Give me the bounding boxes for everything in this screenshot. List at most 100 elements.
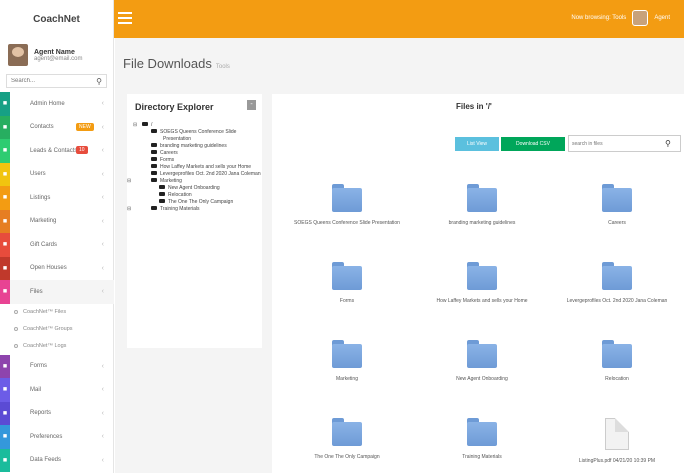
badge: NEW [76, 122, 94, 131]
files-search: ⚲ [568, 135, 681, 152]
tree-item[interactable]: SOEGS Queens Conference Slide Presentati… [133, 129, 261, 143]
sidebar-item-label: Contacts [30, 124, 54, 131]
tree-item[interactable]: How Laffey Markets and sells your Home [133, 164, 261, 171]
menu-icon: ■ [0, 448, 10, 472]
tree-item[interactable]: ⊟ Marketing [127, 178, 261, 185]
folder-icon [159, 192, 165, 196]
files-title: Files in '/' [456, 102, 492, 111]
tile-label: Relocation [605, 376, 629, 382]
top-avatar[interactable] [632, 10, 649, 26]
hamburger-menu-icon[interactable] [118, 12, 132, 24]
folder-tile[interactable]: Careers [552, 184, 682, 227]
sidebar-item-label: Leads & Contacts [30, 147, 78, 154]
sidebar-item-label: Open Houses [30, 265, 67, 272]
sidebar-item-gift-cards[interactable]: ■ Gift Cards ‹ [0, 233, 114, 257]
collapse-icon[interactable]: ⊟ [133, 122, 137, 129]
folder-icon [159, 185, 165, 189]
submenu-item[interactable]: CoachNet™ Groups [0, 321, 114, 338]
sidebar-item-mail[interactable]: ■ Mail ‹ [0, 378, 114, 402]
sidebar-item-marketing[interactable]: ■ Marketing ‹ [0, 209, 114, 233]
sidebar-search-input[interactable] [11, 78, 91, 84]
menu-icon: ■ [0, 186, 10, 210]
folder-icon [332, 418, 362, 446]
tree-item[interactable]: Relocation [133, 192, 261, 199]
submenu-item[interactable]: CoachNet™ Files [0, 304, 114, 321]
folder-icon [332, 184, 362, 212]
sidebar-item-files[interactable]: ■ Files ‹ [0, 280, 114, 304]
sidebar-item-leads-contacts[interactable]: ■ Leads & Contacts ‹ 10 [0, 139, 114, 163]
menu-icon: ■ [0, 162, 10, 186]
sidebar-item-admin-home[interactable]: ■ Admin Home ‹ [0, 92, 114, 116]
folder-tile[interactable]: Marketing [282, 340, 412, 383]
tile-label: ListingPlus.pdf 04/21/20 10:39 PM [578, 458, 656, 464]
tile-label: Training Materials [462, 454, 502, 460]
tree-item[interactable]: Levergeprofiles Oct. 2nd 2020 Jana Colem… [133, 171, 261, 178]
folder-tile[interactable]: Training Materials [417, 418, 547, 461]
tile-label: Levergeprofiles Oct. 2nd 2020 Jana Colem… [566, 298, 668, 304]
sidebar-item-open-houses[interactable]: ■ Open Houses ‹ [0, 256, 114, 280]
tree-item-label: New Agent Onboarding [168, 185, 220, 191]
tree-item[interactable]: ⊟ Training Materials [127, 206, 261, 213]
circle-icon [14, 310, 18, 314]
collapse-button[interactable]: - [247, 100, 256, 110]
chevron-icon: ‹ [101, 194, 104, 202]
brand-area: CoachNet [0, 0, 114, 38]
sidebar-item-users[interactable]: ■ Users ‹ [0, 162, 114, 186]
folder-tile[interactable]: branding marketing guidelines [417, 184, 547, 227]
top-user-name[interactable]: Agent [654, 15, 670, 21]
file-icon [605, 418, 629, 450]
folder-icon [151, 171, 157, 175]
folder-tile[interactable]: How Laffey Markets and sells your Home [417, 262, 547, 305]
folder-icon [151, 164, 157, 168]
menu-icon: ■ [0, 209, 10, 233]
brand-logo[interactable]: CoachNet [33, 14, 80, 25]
tree-item[interactable]: New Agent Onboarding [133, 185, 261, 192]
tree-item[interactable]: Forms [133, 157, 261, 164]
tree-item-label: How Laffey Markets and sells your Home [160, 164, 252, 170]
sidebar-item-label: Gift Cards [30, 241, 58, 248]
file-tile[interactable]: ListingPlus.pdf 04/21/20 10:39 PM [552, 418, 682, 465]
folder-icon [602, 262, 632, 290]
folder-icon [467, 262, 497, 290]
tree-item[interactable]: branding marketing guidelines [133, 143, 261, 150]
sidebar: Agent Name agent@email.com ⚲ ■ Admin Home… [0, 38, 114, 473]
circle-icon [14, 344, 18, 348]
sidebar-item-label: Reports [30, 410, 52, 417]
sidebar-item-label: Mail [30, 386, 42, 393]
sidebar-item-listings[interactable]: ■ Listings ‹ [0, 186, 114, 210]
sidebar-item-contacts[interactable]: ■ Contacts ‹ NEW [0, 115, 114, 139]
folder-tile[interactable]: Relocation [552, 340, 682, 383]
folder-tile[interactable]: Forms [282, 262, 412, 305]
directory-title: Directory Explorer [135, 102, 214, 112]
sidebar-item-reports[interactable]: ■ Reports ‹ [0, 401, 114, 425]
files-search-input[interactable] [569, 140, 665, 147]
list-view-button[interactable]: List View [455, 137, 499, 151]
menu-icon: ■ [0, 115, 10, 139]
folder-tile[interactable]: SOEGS Queens Conference Slide Presentati… [282, 184, 412, 227]
tree-item-label: Levergeprofiles Oct. 2nd 2020 Jana Colem… [160, 171, 261, 177]
folder-tile[interactable]: Levergeprofiles Oct. 2nd 2020 Jana Colem… [552, 262, 682, 305]
tree-root[interactable]: ⊟ / [133, 122, 261, 129]
top-user-area[interactable]: Now browsing: Tools Agent [571, 10, 670, 26]
tree-item[interactable]: The One The Only Campaign [133, 199, 261, 206]
sidebar-item-preferences[interactable]: ■ Preferences ‹ [0, 425, 114, 449]
search-icon[interactable]: ⚲ [96, 77, 102, 86]
menu-icon: ■ [0, 92, 10, 116]
folder-tile[interactable]: The One The Only Campaign [282, 418, 412, 461]
sidebar-item-forms[interactable]: ■ Forms ‹ [0, 354, 114, 378]
folder-tile[interactable]: New Agent Onboarding [417, 340, 547, 383]
badge: 10 [76, 146, 88, 154]
folder-icon [602, 184, 632, 212]
tree-item[interactable]: Careers [133, 150, 261, 157]
download-csv-button[interactable]: Download CSV [501, 137, 565, 151]
sidebar-item-label: Admin Home [30, 100, 65, 107]
sidebar-item-label: Forms [30, 363, 47, 370]
directory-explorer: Directory Explorer - ⊟ / SOEGS Queens Conf… [127, 94, 262, 348]
folder-icon [151, 206, 157, 210]
search-icon[interactable]: ⚲ [665, 139, 671, 148]
sidebar-item-label: Users [30, 171, 46, 178]
submenu-item[interactable]: CoachNet™ Logs [0, 338, 114, 355]
folder-icon [332, 340, 362, 368]
folder-icon [467, 184, 497, 212]
sidebar-item-data-feeds[interactable]: ■ Data Feeds ‹ [0, 448, 114, 472]
